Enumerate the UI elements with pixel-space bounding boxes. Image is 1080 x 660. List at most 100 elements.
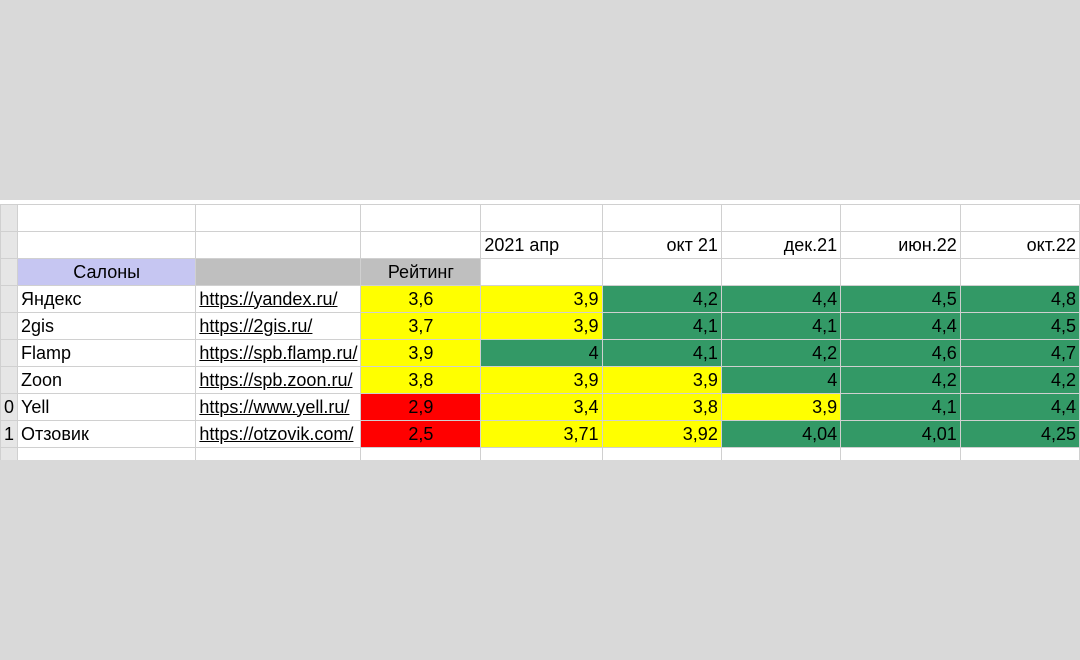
cell[interactable] <box>840 447 961 460</box>
row-number[interactable]: 1 <box>0 420 19 448</box>
period-value-cell[interactable]: 4,4 <box>720 285 842 313</box>
period-value-cell[interactable]: 4,2 <box>720 339 842 367</box>
cell[interactable] <box>360 204 482 232</box>
period-value-cell[interactable]: 4,4 <box>840 312 961 340</box>
rating-cell[interactable]: 3,6 <box>360 285 482 313</box>
cell[interactable] <box>480 204 603 232</box>
period-value-cell[interactable]: 4,5 <box>840 285 961 313</box>
cell[interactable] <box>601 447 722 460</box>
table-row: Zoon https://spb.zoon.ru/3,8 3,9 3,9 4 4,2 4,2 <box>0 366 1080 394</box>
row-number[interactable] <box>0 231 19 259</box>
period-header-cell[interactable]: июн.22 <box>840 231 961 259</box>
cell[interactable] <box>17 231 197 259</box>
salon-name-cell[interactable]: 2gis <box>17 312 197 340</box>
period-value-cell[interactable]: 4,1 <box>720 312 842 340</box>
cell[interactable] <box>959 258 1080 286</box>
cell[interactable] <box>195 204 362 232</box>
period-value-cell[interactable]: 4,5 <box>959 312 1080 340</box>
cell[interactable] <box>195 231 362 259</box>
cell[interactable] <box>959 204 1080 232</box>
cell[interactable] <box>601 204 722 232</box>
rating-cell[interactable]: 3,8 <box>360 366 482 394</box>
period-value-cell[interactable]: 4,04 <box>720 420 842 448</box>
cell[interactable] <box>601 258 722 286</box>
cell[interactable] <box>720 447 842 460</box>
period-value-cell[interactable]: 3,9 <box>480 312 603 340</box>
table-row: Flamp https://spb.flamp.ru/3,9 4 4,1 4,2 4,6 4… <box>0 339 1080 367</box>
row-number[interactable] <box>0 312 19 340</box>
period-value-cell[interactable]: 4,2 <box>959 366 1080 394</box>
salon-link-cell[interactable]: https://spb.zoon.ru/ <box>195 366 362 394</box>
period-value-cell[interactable]: 3,9 <box>720 393 842 421</box>
period-header-cell[interactable]: окт 21 <box>601 231 722 259</box>
period-value-cell[interactable]: 4,6 <box>840 339 961 367</box>
period-value-cell[interactable]: 4,01 <box>840 420 961 448</box>
cell[interactable] <box>360 447 482 460</box>
salon-name-cell[interactable]: Flamp <box>17 339 197 367</box>
cell[interactable] <box>480 447 603 460</box>
period-value-cell[interactable]: 3,9 <box>601 366 722 394</box>
rating-cell[interactable]: 3,9 <box>360 339 482 367</box>
cell[interactable] <box>480 258 603 286</box>
period-header-row: 2021 апр окт 21 дек.21 июн.22 окт.22 <box>0 231 1080 259</box>
salon-link-cell[interactable]: https://yandex.ru/ <box>195 285 362 313</box>
cell[interactable] <box>195 447 362 460</box>
period-header-cell[interactable]: дек.21 <box>720 231 842 259</box>
period-value-cell[interactable]: 4 <box>480 339 603 367</box>
period-value-cell[interactable]: 3,92 <box>601 420 722 448</box>
empty-row <box>0 204 1080 232</box>
period-value-cell[interactable]: 4,1 <box>601 339 722 367</box>
period-value-cell[interactable]: 4,8 <box>959 285 1080 313</box>
period-value-cell[interactable]: 4 <box>720 366 842 394</box>
period-value-cell[interactable]: 4,7 <box>959 339 1080 367</box>
salon-name-cell[interactable]: Отзовик <box>17 420 197 448</box>
row-number[interactable]: 0 <box>0 393 19 421</box>
period-value-cell[interactable]: 3,71 <box>480 420 603 448</box>
period-header-cell[interactable]: окт.22 <box>959 231 1080 259</box>
period-value-cell[interactable]: 3,4 <box>480 393 603 421</box>
cell[interactable] <box>959 447 1080 460</box>
salon-link-cell[interactable]: https://2gis.ru/ <box>195 312 362 340</box>
link-header-cell[interactable] <box>195 258 362 286</box>
period-value-cell[interactable]: 3,8 <box>601 393 722 421</box>
table-row: Яндекс https://yandex.ru/3,6 3,9 4,2 4,4 4,5 4… <box>0 285 1080 313</box>
cell[interactable] <box>17 204 197 232</box>
table-row: 1 Отзовик https://otzovik.com/2,5 3,71 3,92 4… <box>0 420 1080 448</box>
period-header-cell[interactable]: 2021 апр <box>480 231 603 259</box>
spreadsheet-grid[interactable]: 2021 апр окт 21 дек.21 июн.22 окт.22 Сал… <box>0 200 1080 460</box>
rating-cell[interactable]: 2,9 <box>360 393 482 421</box>
row-number[interactable] <box>0 447 19 460</box>
rating-header-cell[interactable]: Рейтинг <box>360 258 482 286</box>
empty-row <box>0 447 1080 460</box>
period-value-cell[interactable]: 3,9 <box>480 366 603 394</box>
cell[interactable] <box>720 204 842 232</box>
period-value-cell[interactable]: 4,1 <box>601 312 722 340</box>
ratings-table: 2021 апр окт 21 дек.21 июн.22 окт.22 Сал… <box>0 204 1080 460</box>
salon-link-cell[interactable]: https://otzovik.com/ <box>195 420 362 448</box>
salon-name-cell[interactable]: Yell <box>17 393 197 421</box>
row-number[interactable] <box>0 258 19 286</box>
salons-header-cell[interactable]: Салоны <box>17 258 197 286</box>
salon-name-cell[interactable]: Яндекс <box>17 285 197 313</box>
period-value-cell[interactable]: 4,4 <box>959 393 1080 421</box>
table-row: 2gis https://2gis.ru/3,7 3,9 4,1 4,1 4,4 4,5 <box>0 312 1080 340</box>
salon-link-cell[interactable]: https://www.yell.ru/ <box>195 393 362 421</box>
rating-cell[interactable]: 3,7 <box>360 312 482 340</box>
period-value-cell[interactable]: 3,9 <box>480 285 603 313</box>
cell[interactable] <box>840 204 961 232</box>
row-number[interactable] <box>0 285 19 313</box>
row-number[interactable] <box>0 366 19 394</box>
period-value-cell[interactable]: 4,2 <box>601 285 722 313</box>
cell[interactable] <box>360 231 482 259</box>
period-value-cell[interactable]: 4,2 <box>840 366 961 394</box>
row-number[interactable] <box>0 204 19 232</box>
cell[interactable] <box>17 447 197 460</box>
salon-link-cell[interactable]: https://spb.flamp.ru/ <box>195 339 362 367</box>
row-number[interactable] <box>0 339 19 367</box>
period-value-cell[interactable]: 4,25 <box>959 420 1080 448</box>
salon-name-cell[interactable]: Zoon <box>17 366 197 394</box>
cell[interactable] <box>840 258 961 286</box>
period-value-cell[interactable]: 4,1 <box>840 393 961 421</box>
rating-cell[interactable]: 2,5 <box>360 420 482 448</box>
cell[interactable] <box>720 258 842 286</box>
